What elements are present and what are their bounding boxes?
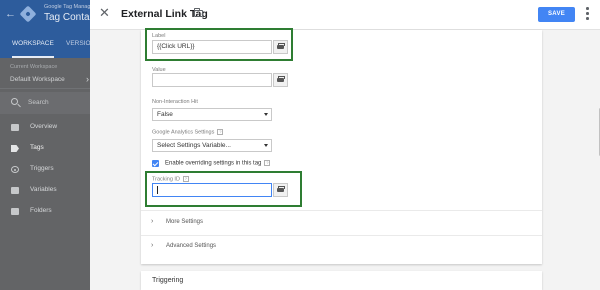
chevron-right-icon: › [151,218,154,225]
divider [141,210,542,211]
tag-configuration-card: Label {{Click URL}} Value Non-Interactio… [141,30,542,264]
close-icon[interactable]: ✕ [99,6,110,19]
search-label: Search [28,99,49,106]
sidebar-item-tags[interactable]: Tags [0,140,100,158]
sidebar-item-overview[interactable]: Overview [0,119,100,137]
panel-header: ✕ External Link Tag SAVE [90,0,600,30]
app-name: Google Tag Manag [44,4,91,10]
trigger-icon [11,166,19,173]
chevron-right-icon[interactable]: › [86,74,89,84]
non-interaction-value: False [157,111,173,118]
workspace-label: Current Workspace [10,64,58,70]
caret-down-icon [264,113,268,116]
help-icon[interactable]: ? [217,129,224,135]
folder-icon [11,208,19,215]
ga-settings-label: Google Analytics Settings? [152,129,224,136]
app-header: ← Google Tag Manag Tag Contain WORKSPACE… [0,0,100,58]
sidebar-item-triggers[interactable]: Triggers [0,161,100,179]
variable-picker-button[interactable] [273,73,288,87]
value-input[interactable] [152,73,272,87]
highlight-box-label [145,28,293,61]
chevron-right-icon: › [151,242,154,249]
ga-settings-label-text: Google Analytics Settings [152,129,215,136]
variable-icon [277,76,285,82]
sidebar-item-folders[interactable]: Folders [0,203,100,221]
sidebar-item-variables[interactable]: Variables [0,182,100,200]
override-checkbox-label: Enable overriding settings in this tag? [165,160,271,167]
sidebar-item-label: Triggers [30,165,54,172]
nav-tabs: WORKSPACE VERSIO [0,32,100,58]
sidebar-search[interactable]: Search [0,92,100,114]
highlight-box-tracking-id [145,171,302,207]
caret-down-icon [264,144,268,147]
tab-workspace[interactable]: WORKSPACE [12,32,54,58]
help-icon[interactable]: ? [264,160,271,166]
search-icon [11,98,18,105]
folder-icon[interactable] [194,8,203,17]
sidebar-item-label: Folders [30,207,52,214]
ga-settings-select[interactable]: Select Settings Variable... [152,139,272,152]
overview-icon [11,124,19,131]
triggering-title: Triggering [152,277,184,284]
divider [0,88,100,89]
save-button[interactable]: SAVE [538,7,575,22]
divider [141,235,542,236]
override-checkbox[interactable] [152,160,159,167]
advanced-settings-label: Advanced Settings [166,243,217,249]
non-interaction-select[interactable]: False [152,108,272,121]
gtm-logo-icon [19,5,37,23]
tag-icon [11,145,19,152]
more-vert-icon[interactable] [586,7,589,21]
sidebar-item-label: Overview [30,123,58,130]
sidebar-item-label: Variables [30,186,57,193]
back-arrow-icon[interactable]: ← [5,9,16,20]
workspace-selector[interactable]: Default Workspace [10,76,65,83]
sidebar-item-label: Tags [30,144,44,151]
override-label-text: Enable overriding settings in this tag [165,160,262,167]
tab-versions[interactable]: VERSIO [66,32,91,58]
more-settings-label: More Settings [166,219,204,225]
variables-icon [11,187,19,194]
ga-settings-value: Select Settings Variable... [157,142,231,149]
non-interaction-label: Non-Interaction Hit [152,99,198,105]
triggering-card[interactable]: Triggering [141,271,542,290]
left-sidebar: Current Workspace Default Workspace › Se… [0,58,100,290]
